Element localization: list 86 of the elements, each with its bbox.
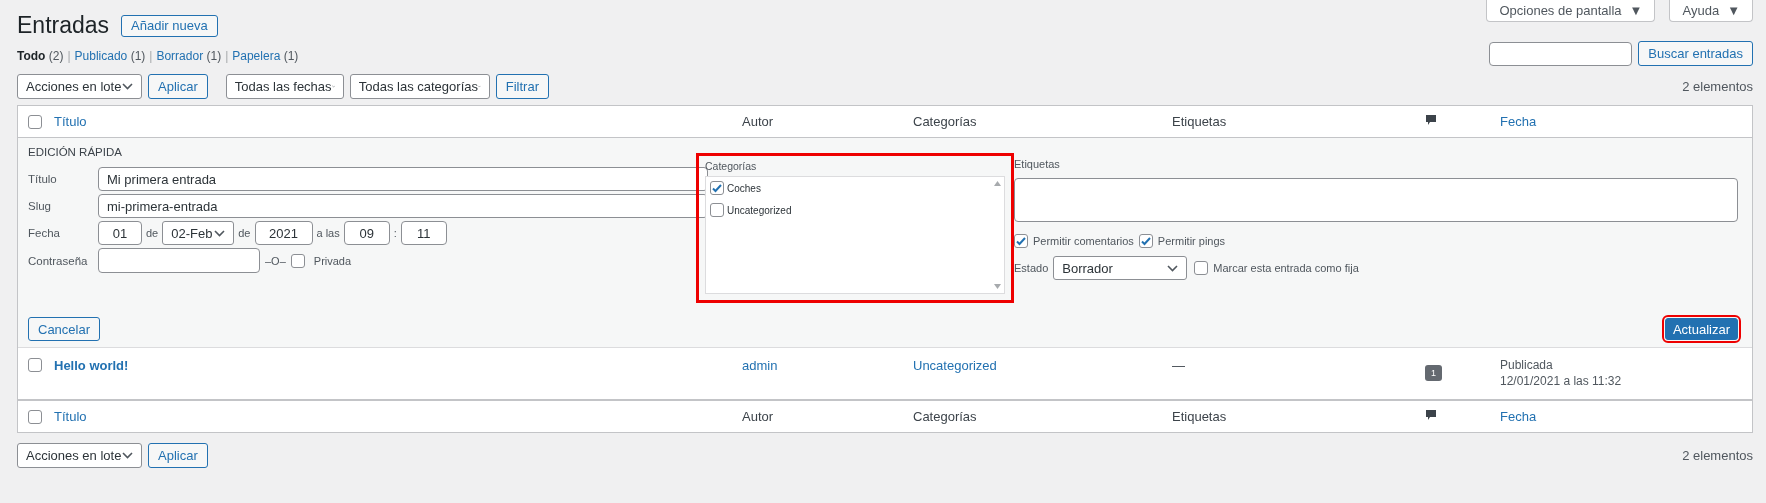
tags-label: Etiquetas: [1014, 158, 1061, 170]
day-field[interactable]: 01: [98, 221, 142, 245]
chevron-down-icon: [122, 452, 133, 459]
field-label: Slug: [28, 200, 53, 212]
column-header: Autor: [742, 114, 775, 129]
chevron-down-icon: [214, 229, 226, 237]
status-filter-link[interactable]: Todo (2): [17, 48, 64, 63]
author-link[interactable]: admin: [742, 358, 913, 373]
or-separator: –O–: [265, 254, 286, 267]
search-field[interactable]: [1489, 41, 1633, 66]
password-field[interactable]: [98, 248, 260, 273]
category-checkbox[interactable]: [710, 181, 724, 195]
dropdown-tab[interactable]: Ayuda ▼: [1669, 0, 1753, 22]
link-separator: |: [225, 48, 229, 63]
category-checkbox[interactable]: [710, 203, 724, 217]
column-header: Etiquetas: [1172, 114, 1228, 129]
checkbox-label: Privada: [313, 254, 352, 267]
status-select[interactable]: Borrador: [1053, 256, 1188, 280]
pings-checkbox[interactable]: [1138, 234, 1153, 248]
link-separator: |: [149, 48, 153, 63]
column-header: Etiquetas: [1172, 409, 1228, 424]
tags-field[interactable]: [1014, 178, 1738, 222]
filter-button[interactable]: Filtrar: [495, 74, 549, 99]
date-separator: de: [238, 227, 251, 239]
sticky-checkbox[interactable]: [1194, 261, 1209, 275]
post-title-link[interactable]: Hello world!: [54, 358, 742, 373]
field-label: Fecha: [28, 227, 61, 239]
chevron-down-icon: [1167, 264, 1179, 272]
post-status: Publicada: [1500, 358, 1553, 372]
slug-field[interactable]: mi-primera-entrada: [98, 194, 708, 218]
category-filter-select[interactable]: Todas las categorías: [349, 74, 490, 99]
hour-field[interactable]: 09: [343, 221, 390, 245]
comment-icon: [1425, 409, 1437, 421]
checkbox-label: Permitir comentarios: [1033, 235, 1134, 247]
column-header[interactable]: Fecha: [1500, 114, 1752, 129]
quick-edit-heading: EDICIÓN RÁPIDA: [28, 146, 123, 158]
page-title: Entradas: [17, 12, 110, 39]
minute-field[interactable]: 11: [400, 221, 447, 245]
link-separator: |: [67, 48, 71, 63]
field-label: Estado: [1014, 262, 1049, 274]
row-checkbox[interactable]: [28, 358, 42, 372]
private-checkbox[interactable]: [290, 253, 305, 268]
categories-label: Categorías: [705, 160, 758, 172]
status-filter-link[interactable]: Publicado (1): [74, 48, 146, 63]
date-separator: de: [146, 227, 159, 239]
month-select[interactable]: 02-Feb: [162, 221, 235, 245]
category-label: Uncategorized: [727, 204, 792, 216]
item-count: 2 elementos: [1682, 79, 1753, 94]
column-header[interactable]: Título: [54, 114, 742, 129]
cancel-button[interactable]: Cancelar: [28, 317, 101, 341]
checkbox-label: Permitir pings: [1157, 235, 1226, 247]
tags-cell-text: —: [1172, 358, 1186, 373]
checkbox-label: Marcar esta entrada como fija: [1213, 262, 1359, 274]
item-count: 2 elementos: [1682, 448, 1753, 463]
apply-button[interactable]: Aplicar: [148, 74, 208, 99]
column-header: Categorías: [913, 114, 978, 129]
status-filter-link[interactable]: Borrador (1): [156, 48, 222, 63]
field-label: Contraseña: [28, 254, 89, 267]
column-header[interactable]: Fecha: [1500, 409, 1752, 424]
update-button[interactable]: Actualizar: [1664, 318, 1738, 340]
category-link[interactable]: Uncategorized: [913, 358, 1172, 373]
select-all-checkbox[interactable]: [28, 114, 42, 129]
add-new-button[interactable]: Añadir nueva: [121, 14, 218, 37]
comment-count-badge[interactable]: 1: [1425, 365, 1442, 381]
comment-icon: [1425, 114, 1437, 126]
apply-button[interactable]: Aplicar: [148, 443, 208, 468]
comments-checkbox[interactable]: [1014, 234, 1028, 248]
column-header: Categorías: [913, 409, 978, 424]
post-date: 12/01/2021 a las 11:32: [1500, 374, 1622, 388]
year-field[interactable]: 2021: [254, 221, 313, 245]
dropdown-tab[interactable]: Opciones de pantalla ▼: [1486, 0, 1656, 22]
status-filter-link[interactable]: Papelera (1): [232, 48, 299, 63]
select-all-checkbox[interactable]: [28, 409, 42, 424]
search-button[interactable]: Buscar entradas: [1638, 41, 1753, 66]
time-separator: :: [393, 227, 397, 239]
field-label: Título: [28, 173, 58, 185]
chevron-down-icon: [122, 83, 133, 90]
category-label: Coches: [727, 182, 761, 194]
scroll-down-icon[interactable]: [993, 284, 1001, 289]
scroll-up-icon[interactable]: [993, 181, 1001, 186]
bulk-action-select[interactable]: Acciones en lote: [17, 443, 142, 468]
column-header[interactable]: Título: [54, 409, 742, 424]
time-separator: a las: [316, 227, 340, 239]
bulk-action-select[interactable]: Acciones en lote: [17, 74, 142, 99]
column-header: Autor: [742, 409, 775, 424]
date-filter-select[interactable]: Todas las fechas: [225, 74, 344, 99]
